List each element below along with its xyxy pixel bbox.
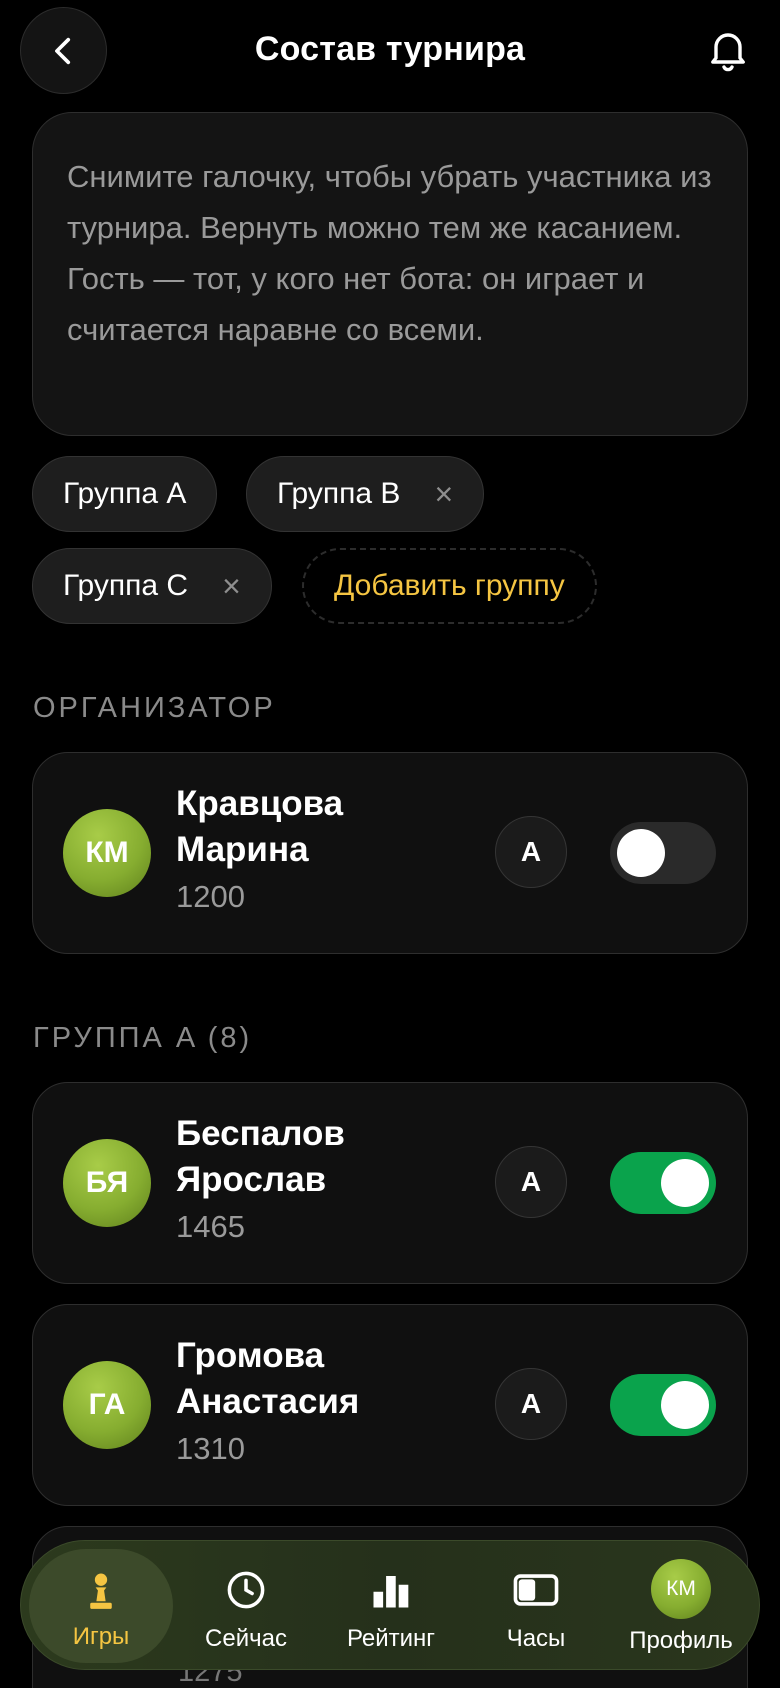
toggle-knob <box>617 829 665 877</box>
avatar: ГА <box>63 1361 151 1449</box>
tab-profile[interactable]: КМ Профиль <box>611 1541 751 1671</box>
pawn-icon <box>90 1573 112 1609</box>
add-group-button[interactable]: Добавить группу <box>302 548 597 624</box>
participant-card: БЯ Беспалов Ярослав 1465 A <box>32 1082 748 1284</box>
toggle-knob <box>661 1159 709 1207</box>
group-chip-label: Группа А <box>63 477 187 510</box>
avatar: КМ <box>63 809 151 897</box>
page-title: Состав турнира <box>254 30 526 68</box>
group-chip-label: Группа B <box>277 477 401 510</box>
tab-label: Игры <box>72 1623 130 1650</box>
section-title-organizer: ОРГАНИЗАТОР <box>33 692 276 724</box>
info-text: Снимите галочку, чтобы убрать участника … <box>67 159 712 347</box>
section-title-group-a: ГРУППА A (8) <box>33 1022 253 1054</box>
toggle-knob <box>661 1381 709 1429</box>
group-select-button[interactable]: A <box>495 816 567 888</box>
tab-now[interactable]: Сейчас <box>176 1541 316 1671</box>
include-toggle[interactable] <box>610 1374 716 1436</box>
participant-name: Кравцова Марина <box>176 784 344 869</box>
close-icon[interactable]: × <box>434 476 453 513</box>
tab-label: Сейчас <box>205 1625 287 1652</box>
info-box: Снимите галочку, чтобы убрать участника … <box>32 112 748 436</box>
bar-chart-icon <box>373 1576 409 1608</box>
avatar: КМ <box>651 1559 711 1619</box>
toggle-icon <box>513 1574 559 1606</box>
participant-card: ГА Громова Анастасия 1310 A <box>32 1304 748 1506</box>
bottom-tab-bar: Игры Сейчас Рейтинг Часы КМ Профиль <box>20 1540 760 1670</box>
participant-rating: 1465 <box>176 1209 245 1244</box>
header: Состав турнира <box>0 0 780 104</box>
tab-label: Профиль <box>629 1627 733 1654</box>
participant-rating: 1310 <box>176 1431 245 1466</box>
participant-name: Громова Анастасия <box>176 1336 360 1421</box>
tab-clock[interactable]: Часы <box>466 1541 606 1671</box>
add-group-label: Добавить группу <box>334 569 565 602</box>
group-select-button[interactable]: A <box>495 1146 567 1218</box>
group-chip-b[interactable]: Группа B × <box>246 456 485 532</box>
participant-name: Беспалов Ярослав <box>176 1114 345 1199</box>
tab-games[interactable]: Игры <box>29 1549 173 1663</box>
group-chip-c[interactable]: Группа C × <box>32 548 272 624</box>
group-chip-a[interactable]: Группа А <box>32 456 218 532</box>
group-select-button[interactable]: A <box>495 1368 567 1440</box>
clock-icon <box>227 1571 265 1609</box>
close-icon[interactable]: × <box>222 568 241 605</box>
tab-label: Рейтинг <box>346 1625 436 1652</box>
tab-label: Часы <box>506 1625 566 1652</box>
avatar: БЯ <box>63 1139 151 1227</box>
bell-icon[interactable] <box>704 26 752 74</box>
include-toggle[interactable] <box>610 822 716 884</box>
include-toggle[interactable] <box>610 1152 716 1214</box>
group-chip-label: Группа C <box>63 569 189 602</box>
tab-rating[interactable]: Рейтинг <box>321 1541 461 1671</box>
participant-card: КМ Кравцова Марина 1200 A <box>32 752 748 954</box>
participant-rating: 1200 <box>176 879 245 914</box>
